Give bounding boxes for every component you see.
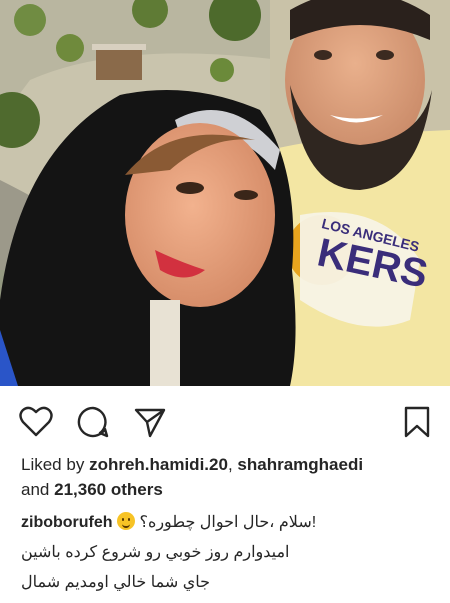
selfie-image: KERS LOS ANGELES [0,0,450,386]
liker-username[interactable]: zohreh.hamidi.20 [89,455,228,474]
liker-separator: , [227,455,233,474]
caption-text-line: !سلام ،حال احوال چطوره؟ [139,514,317,531]
liker-username[interactable]: shahramghaedi [237,455,363,474]
bookmark-icon [404,406,430,438]
post-photo[interactable]: KERS LOS ANGELES [0,0,450,386]
and-label: and [21,480,50,499]
caption-text-line: جاي شما خالي اومديم شمال [21,574,210,591]
comment-button[interactable] [75,404,111,440]
others-likes-link[interactable]: 21,360 others [54,480,163,499]
like-button[interactable] [18,404,54,440]
send-icon [134,408,166,438]
save-button[interactable] [399,404,435,440]
liked-by-label: Liked by [21,455,85,474]
share-button[interactable] [132,404,168,440]
comment-icon [77,406,109,438]
heart-icon [19,406,53,437]
caption-text-line: اميدوارم روز خوبي رو شروع كرده باشين [21,544,290,561]
smiling-face-emoji [117,512,135,530]
post-action-bar [0,386,450,454]
caption-username[interactable]: ziboborufeh [21,514,113,531]
likes-summary: Liked by zohreh.hamidi.20, shahramghaedi… [21,452,441,502]
